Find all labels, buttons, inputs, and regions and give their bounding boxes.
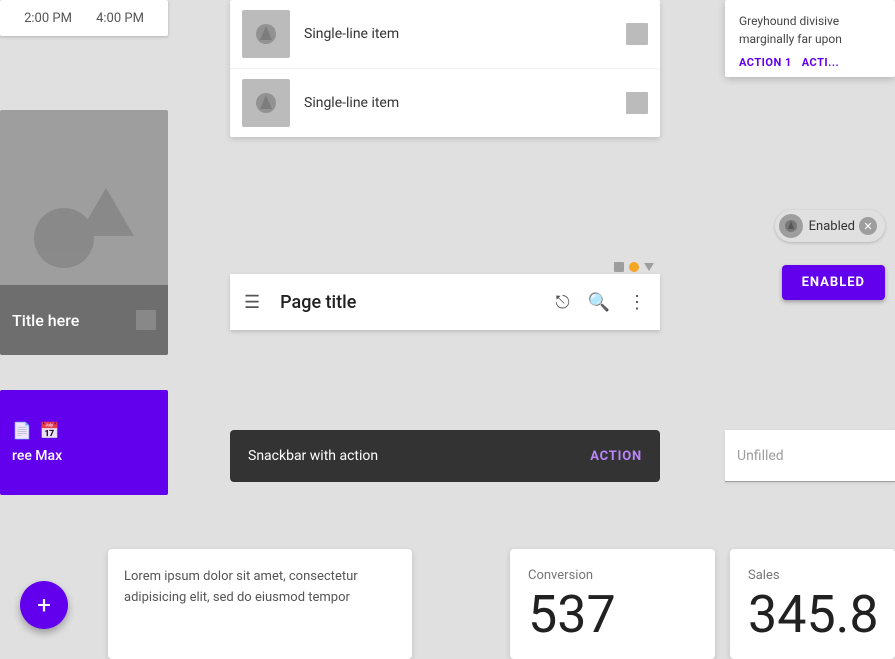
chrome-rect-icon bbox=[614, 262, 624, 272]
calendar-strip: 2:00 PM 4:00 PM bbox=[0, 0, 168, 36]
chrome-circle-icon bbox=[629, 262, 639, 272]
snackbar: Snackbar with action ACTION bbox=[230, 430, 660, 482]
conversion-card: Conversion 537 bbox=[510, 549, 715, 659]
lorem-text: Lorem ipsum dolor sit amet, consectetur … bbox=[124, 567, 396, 609]
lorem-card: Lorem ipsum dolor sit amet, consectetur … bbox=[108, 549, 412, 659]
calendar-icon: 📅 bbox=[40, 421, 60, 440]
app-bar-chrome bbox=[230, 258, 660, 274]
chip-label: Enabled bbox=[809, 219, 855, 234]
tooltip-text: Greyhound divisive marginally far upon bbox=[739, 12, 881, 48]
shape-triangle bbox=[78, 188, 134, 236]
enabled-button[interactable]: ENABLED bbox=[782, 265, 885, 300]
list-item-2-label: Single-line item bbox=[304, 95, 626, 111]
share-icon[interactable]: ⎋ bbox=[555, 292, 569, 313]
list-item-1-label: Single-line item bbox=[304, 26, 626, 42]
left-card-icons: 📄 📅 bbox=[12, 421, 156, 440]
tooltip-card: Greyhound divisive marginally far upon A… bbox=[725, 0, 895, 77]
app-bar: ☰ Page title ⎋ 🔍 ⋮ bbox=[230, 274, 660, 330]
sales-value: 345.8 bbox=[748, 589, 877, 641]
sales-label: Sales bbox=[748, 568, 877, 583]
left-card-title: ree Max bbox=[12, 448, 156, 464]
search-icon[interactable]: 🔍 bbox=[588, 292, 610, 313]
doc-icon: 📄 bbox=[12, 421, 32, 440]
list-icon-2 bbox=[242, 79, 290, 127]
snackbar-action-button[interactable]: ACTION bbox=[590, 449, 642, 464]
calendar-time-2: 4:00 PM bbox=[96, 11, 144, 26]
conversion-label: Conversion bbox=[528, 568, 697, 583]
media-shapes bbox=[34, 188, 134, 278]
unfilled-text-field[interactable]: Unfilled bbox=[725, 430, 895, 482]
menu-icon[interactable]: ☰ bbox=[244, 292, 260, 313]
tooltip-action-1[interactable]: ACTION 1 bbox=[739, 56, 792, 69]
list-item-1[interactable]: Single-line item bbox=[230, 0, 660, 69]
snackbar-message: Snackbar with action bbox=[248, 448, 378, 464]
list-thumb-2 bbox=[626, 92, 648, 114]
app-bar-container: ☰ Page title ⎋ 🔍 ⋮ bbox=[230, 258, 660, 330]
tooltip-action-2[interactable]: ACTI... bbox=[802, 56, 839, 69]
list-icon-1 bbox=[242, 10, 290, 58]
left-purple-card: 📄 📅 ree Max bbox=[0, 390, 168, 495]
list-card: Single-line item Single-line item bbox=[230, 0, 660, 137]
media-thumbnail bbox=[136, 310, 156, 330]
chip-close-icon[interactable]: ✕ bbox=[859, 217, 877, 235]
chrome-dropdown-icon bbox=[644, 263, 654, 271]
chip-avatar bbox=[779, 214, 803, 238]
list-item-2[interactable]: Single-line item bbox=[230, 69, 660, 137]
sales-card: Sales 345.8 bbox=[730, 549, 895, 659]
calendar-time-1: 2:00 PM bbox=[24, 11, 72, 26]
enabled-chip[interactable]: Enabled ✕ bbox=[775, 210, 885, 242]
app-bar-title: Page title bbox=[280, 292, 555, 313]
unfilled-label: Unfilled bbox=[737, 448, 784, 464]
app-bar-actions: ⎋ 🔍 ⋮ bbox=[555, 292, 646, 313]
fab-button[interactable]: + bbox=[20, 581, 68, 629]
media-overlay: Title here bbox=[0, 285, 168, 355]
list-thumb-1 bbox=[626, 23, 648, 45]
conversion-value: 537 bbox=[528, 589, 697, 641]
media-card: Title here bbox=[0, 110, 168, 355]
media-title: Title here bbox=[12, 311, 79, 330]
more-vert-icon[interactable]: ⋮ bbox=[628, 292, 646, 313]
tooltip-actions: ACTION 1 ACTI... bbox=[739, 56, 881, 69]
